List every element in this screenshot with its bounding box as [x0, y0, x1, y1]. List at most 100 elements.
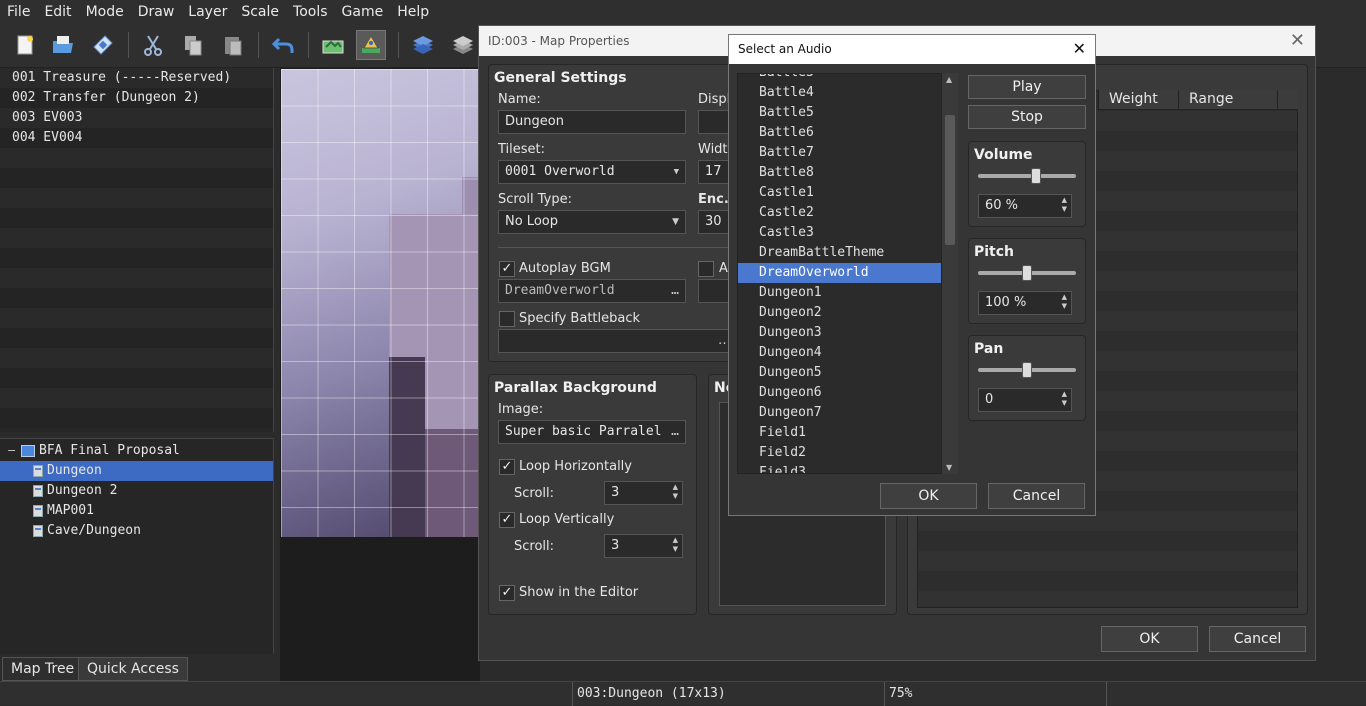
- list-item[interactable]: Battle4: [738, 83, 957, 103]
- parallax-image-select[interactable]: Super basic Parralel…: [498, 420, 686, 444]
- list-item[interactable]: Dungeon4: [738, 343, 957, 363]
- bgm-select[interactable]: DreamOverworld…: [498, 279, 686, 303]
- ok-button[interactable]: OK: [1101, 626, 1198, 652]
- scroll-h-spinner[interactable]: 3 ▲ ▼: [604, 481, 683, 505]
- close-icon[interactable]: ✕: [1073, 39, 1086, 58]
- copy-icon[interactable]: [178, 30, 208, 60]
- layer-1-icon[interactable]: [408, 30, 438, 60]
- map-mode-icon[interactable]: [318, 30, 348, 60]
- paste-icon[interactable]: [218, 30, 248, 60]
- menu-game[interactable]: Game: [335, 0, 391, 24]
- weight-header[interactable]: Weight: [1109, 91, 1158, 107]
- autoplay-bgm-label: Autoplay BGM: [519, 261, 611, 276]
- close-icon[interactable]: ✕: [1290, 30, 1305, 51]
- tree-root[interactable]: − BFA Final Proposal: [0, 441, 273, 461]
- menu-draw[interactable]: Draw: [131, 0, 182, 24]
- audio-list[interactable]: Battle3 Battle4 Battle5 Battle6 Battle7 …: [737, 73, 958, 474]
- list-item[interactable]: Dungeon2: [738, 303, 957, 323]
- list-item[interactable]: Dungeon5: [738, 363, 957, 383]
- tree-item-dungeon[interactable]: Dungeon: [0, 461, 273, 481]
- layer-2-icon[interactable]: [448, 30, 478, 60]
- list-item[interactable]: DreamBattleTheme: [738, 243, 957, 263]
- list-item[interactable]: Dungeon1: [738, 283, 957, 303]
- pitch-slider-thumb[interactable]: [1022, 265, 1032, 281]
- browse-icon[interactable]: …: [671, 421, 679, 443]
- battleback-select[interactable]: …: [498, 329, 738, 353]
- collapse-icon[interactable]: −: [7, 441, 16, 461]
- list-item[interactable]: Dungeon7: [738, 403, 957, 423]
- menu-layer[interactable]: Layer: [181, 0, 234, 24]
- play-button[interactable]: Play: [968, 75, 1086, 99]
- specify-battleback-checkbox[interactable]: [499, 311, 515, 327]
- list-item[interactable]: Battle6: [738, 123, 957, 143]
- list-item-selected[interactable]: DreamOverworld: [738, 263, 957, 283]
- tree-item-cave-dungeon[interactable]: Cave/Dungeon: [0, 521, 273, 541]
- range-header[interactable]: Range: [1189, 91, 1233, 107]
- tree-item-map001[interactable]: MAP001: [0, 501, 273, 521]
- cancel-button[interactable]: Cancel: [1209, 626, 1306, 652]
- scroll-v-spinner[interactable]: 3 ▲ ▼: [604, 534, 683, 558]
- menu-mode[interactable]: Mode: [79, 0, 131, 24]
- audio-list-scrollbar[interactable]: ▲ ▼: [941, 73, 958, 474]
- list-item[interactable]: Battle5: [738, 103, 957, 123]
- tileset-select[interactable]: 0001 Overworld: [498, 160, 686, 184]
- menu-scale[interactable]: Scale: [234, 0, 286, 24]
- volume-spinner[interactable]: 60 % ▲ ▼: [978, 194, 1072, 218]
- browse-icon[interactable]: …: [671, 280, 679, 302]
- list-item[interactable]: Battle3: [738, 74, 957, 83]
- loop-vertical-checkbox[interactable]: ✓: [499, 512, 515, 528]
- list-item[interactable]: Castle3: [738, 223, 957, 243]
- name-input[interactable]: Dungeon: [498, 110, 686, 134]
- spin-arrows-icon[interactable]: ▲ ▼: [1062, 293, 1067, 311]
- spin-arrows-icon[interactable]: ▲ ▼: [1062, 390, 1067, 408]
- ok-button[interactable]: OK: [880, 483, 977, 509]
- pitch-spinner[interactable]: 100 % ▲ ▼: [978, 291, 1072, 315]
- parallax-title: Parallax Background: [494, 380, 657, 396]
- list-item[interactable]: Castle1: [738, 183, 957, 203]
- cancel-button[interactable]: Cancel: [988, 483, 1085, 509]
- volume-slider-track[interactable]: [978, 174, 1076, 178]
- list-item[interactable]: Castle2: [738, 203, 957, 223]
- list-item[interactable]: Battle7: [738, 143, 957, 163]
- list-item[interactable]: Field1: [738, 423, 957, 443]
- tree-item-dungeon-2[interactable]: Dungeon 2: [0, 481, 273, 501]
- menu-tools[interactable]: Tools: [286, 0, 335, 24]
- scroll-down-icon[interactable]: ▼: [946, 463, 952, 472]
- cut-icon[interactable]: [138, 30, 168, 60]
- autoplay-bgs-checkbox[interactable]: [698, 261, 714, 277]
- event-mode-icon[interactable]: [356, 30, 386, 60]
- menu-file[interactable]: File: [0, 0, 37, 24]
- save-project-icon[interactable]: [88, 30, 118, 60]
- loop-horizontal-checkbox[interactable]: ✓: [499, 459, 515, 475]
- show-in-editor-checkbox[interactable]: ✓: [499, 585, 515, 601]
- scrollbar-thumb[interactable]: [945, 115, 955, 245]
- menu-edit[interactable]: Edit: [37, 0, 78, 24]
- scroll-up-icon[interactable]: ▲: [946, 75, 952, 84]
- pan-spinner[interactable]: 0 ▲ ▼: [978, 388, 1072, 412]
- pan-slider-thumb[interactable]: [1022, 362, 1032, 378]
- map-preview[interactable]: [281, 69, 480, 537]
- tab-map-tree[interactable]: Map Tree: [2, 657, 84, 681]
- volume-slider-thumb[interactable]: [1031, 168, 1041, 184]
- scroll-type-select[interactable]: No Loop: [498, 210, 686, 234]
- list-item[interactable]: Dungeon6: [738, 383, 957, 403]
- list-item[interactable]: 001 Treasure (-----Reserved): [0, 68, 273, 88]
- list-item[interactable]: Field3: [738, 463, 957, 473]
- open-project-icon[interactable]: [48, 30, 78, 60]
- undo-icon[interactable]: [268, 30, 298, 60]
- new-project-icon[interactable]: [10, 30, 40, 60]
- list-item[interactable]: Field2: [738, 443, 957, 463]
- spin-arrows-icon[interactable]: ▲ ▼: [1062, 196, 1067, 214]
- stop-button[interactable]: Stop: [968, 105, 1086, 129]
- spin-arrows-icon[interactable]: ▲ ▼: [673, 536, 678, 554]
- list-item[interactable]: 003 EV003: [0, 108, 273, 128]
- tab-quick-access[interactable]: Quick Access: [78, 657, 188, 681]
- list-item[interactable]: Battle8: [738, 163, 957, 183]
- list-item[interactable]: 004 EV004: [0, 128, 273, 148]
- list-item[interactable]: 002 Transfer (Dungeon 2): [0, 88, 273, 108]
- spin-arrows-icon[interactable]: ▲ ▼: [673, 483, 678, 501]
- menu-help[interactable]: Help: [390, 0, 436, 24]
- scroll-v-label: Scroll:: [514, 539, 555, 554]
- autoplay-bgm-checkbox[interactable]: ✓: [499, 261, 515, 277]
- list-item[interactable]: Dungeon3: [738, 323, 957, 343]
